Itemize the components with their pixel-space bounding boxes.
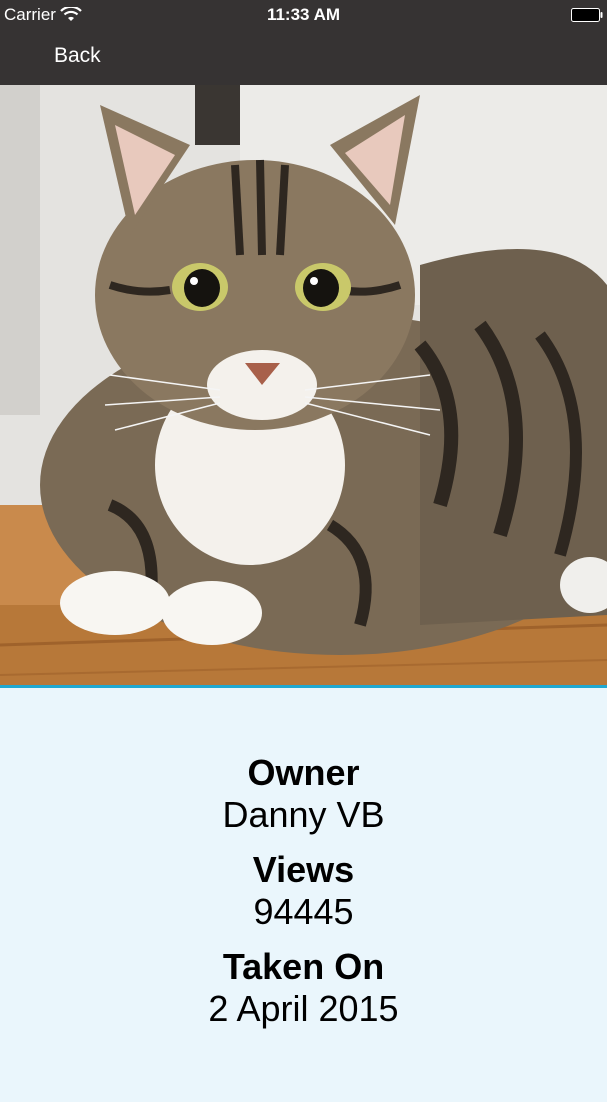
- views-value: 94445: [253, 891, 354, 932]
- status-time: 11:33 AM: [266, 5, 341, 24]
- taken-on-label: Taken On: [222, 946, 385, 987]
- battery-icon: [571, 8, 603, 22]
- cat-photo: [0, 85, 607, 685]
- status-bar: Carrier 11:33 AM: [0, 0, 607, 30]
- details-list: Owner Danny VB Views 94445 Taken On 2 Ap…: [0, 752, 607, 1043]
- owner-label: Owner: [247, 752, 360, 793]
- owner-value: Danny VB: [222, 794, 385, 835]
- taken-on-value: 2 April 2015: [208, 988, 399, 1029]
- cat-illustration: [0, 85, 607, 685]
- photo-details: Owner Danny VB Views 94445 Taken On 2 Ap…: [0, 688, 607, 1102]
- views-label: Views: [252, 849, 355, 890]
- navigation-bar: Back: [0, 30, 607, 85]
- back-button[interactable]: Back: [54, 44, 101, 68]
